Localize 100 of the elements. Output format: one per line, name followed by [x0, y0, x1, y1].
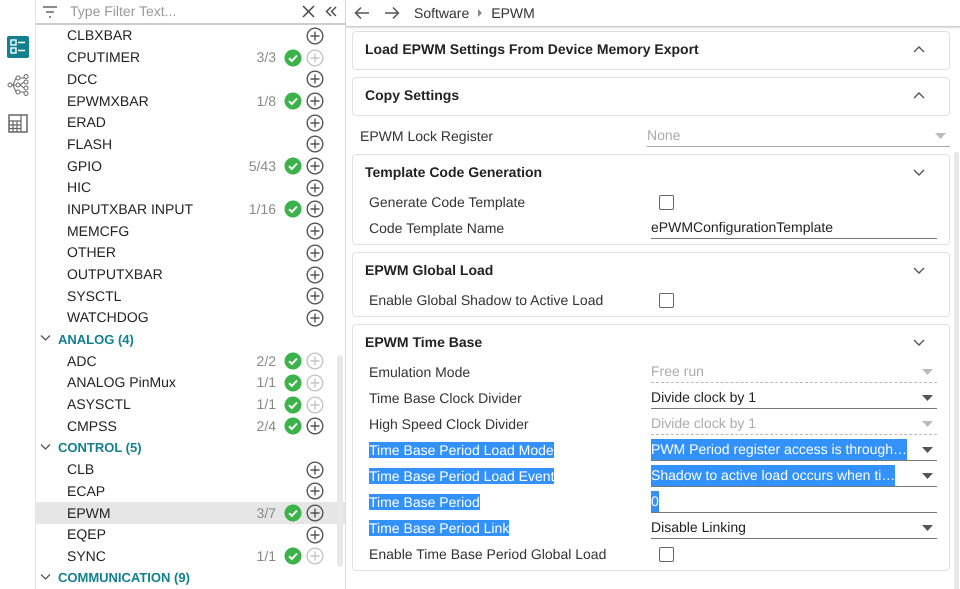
- count-label: 2/2: [256, 352, 276, 371]
- count-label: 3/3: [256, 48, 276, 68]
- section-title[interactable]: Copy Settings: [365, 84, 460, 106]
- field-label: Time Base Period Load Mode: [369, 442, 554, 458]
- close-icon[interactable]: [302, 5, 315, 18]
- tree-item[interactable]: ADC 2/2: [36, 350, 345, 372]
- field-label: Generate Code Template: [369, 194, 526, 210]
- tree-item[interactable]: GPIO 5/43: [36, 155, 345, 177]
- tree-item[interactable]: CLBXBAR: [36, 25, 345, 47]
- breadcrumb-link[interactable]: Software: [414, 2, 470, 24]
- add-icon[interactable]: [306, 460, 324, 479]
- count-label: 1/1: [256, 546, 276, 566]
- forward-arrow-icon[interactable]: [384, 6, 400, 20]
- add-icon[interactable]: [306, 504, 324, 522]
- tree-item[interactable]: CPUTIMER 3/3: [36, 46, 345, 68]
- caret-icon: [922, 446, 933, 452]
- dropdown[interactable]: Disable Linking: [651, 517, 937, 539]
- tree-item[interactable]: HIC: [36, 176, 345, 199]
- tree-item[interactable]: MEMCFG: [36, 220, 345, 242]
- add-icon[interactable]: [306, 526, 324, 544]
- input-field[interactable]: ePWMConfigurationTemplate: [651, 217, 937, 239]
- chevron-icon[interactable]: [913, 266, 925, 274]
- checkbox[interactable]: [659, 546, 674, 562]
- add-icon[interactable]: [306, 308, 324, 327]
- field-label: EPWM Lock Register: [360, 128, 494, 144]
- tree-item[interactable]: ECAP: [36, 480, 345, 502]
- field-label: Time Base Period Link: [369, 520, 510, 536]
- section-title[interactable]: EPWM Global Load: [365, 260, 494, 280]
- add-icon[interactable]: [306, 92, 324, 110]
- tree-diagram-icon[interactable]: [6, 74, 28, 96]
- field-label: Time Base Period Load Event: [369, 468, 554, 484]
- field-label: Time Base Clock Divider: [369, 390, 522, 406]
- tree-item[interactable]: CLB: [36, 458, 345, 481]
- section-title[interactable]: Template Code Generation: [365, 162, 542, 182]
- count-label: 5/43: [248, 156, 276, 176]
- count-label: 1/1: [256, 395, 276, 414]
- checkbox[interactable]: [659, 194, 674, 210]
- collapse-icon[interactable]: [325, 6, 337, 18]
- tree-item[interactable]: EQEP: [36, 524, 345, 546]
- tree-item[interactable]: WATCHDOG: [36, 307, 345, 329]
- field-label: Enable Global Shadow to Active Load: [369, 292, 604, 308]
- group-label[interactable]: CONTROL (5): [58, 438, 142, 458]
- group-label[interactable]: ANALOG (4): [58, 330, 134, 350]
- tree-item[interactable]: OUTPUTXBAR: [36, 264, 345, 286]
- count-label: 1/1: [256, 373, 276, 392]
- caret-icon: [922, 524, 933, 530]
- back-arrow-icon[interactable]: [354, 6, 370, 20]
- chevron-icon[interactable]: [913, 92, 925, 98]
- tree-item[interactable]: ANALOG PinMux 1/1: [36, 372, 345, 394]
- field-label: Emulation Mode: [369, 364, 470, 380]
- add-icon[interactable]: [306, 70, 324, 88]
- add-icon[interactable]: [306, 135, 324, 154]
- tree-item[interactable]: ASYSCTL 1/1: [36, 394, 345, 416]
- caret-icon: [922, 420, 933, 426]
- add-icon[interactable]: [306, 417, 324, 436]
- field-label: Time Base Period: [369, 494, 480, 510]
- group-label[interactable]: COMMUNICATION (9): [58, 568, 190, 588]
- add-icon[interactable]: [306, 114, 324, 132]
- caret-icon: [935, 132, 946, 138]
- tree-item[interactable]: FLASH: [36, 134, 345, 156]
- add-icon[interactable]: [306, 200, 324, 218]
- checkbox[interactable]: [659, 292, 674, 308]
- tree-item[interactable]: EPWMXBAR 1/8: [36, 90, 345, 112]
- tree-item[interactable]: SYNC 1/1: [36, 546, 345, 568]
- tree-item[interactable]: OTHER: [36, 242, 345, 264]
- field-label: Enable Time Base Period Global Load: [369, 546, 606, 562]
- list-icon[interactable]: [6, 36, 28, 58]
- add-icon[interactable]: [306, 178, 324, 197]
- section-title[interactable]: EPWM Time Base: [365, 332, 482, 352]
- separator-icon: [477, 8, 484, 18]
- dropdown[interactable]: Divide clock by 1: [651, 387, 937, 409]
- tree-item[interactable]: EPWM 3/7: [36, 502, 345, 524]
- field-label: High Speed Clock Divider: [369, 416, 529, 432]
- caret-icon: [922, 472, 933, 478]
- count-label: 1/16: [248, 200, 276, 219]
- caret-icon: [922, 368, 933, 374]
- filter-icon[interactable]: [42, 6, 58, 18]
- chevron-icon[interactable]: [913, 168, 925, 176]
- add-icon[interactable]: [306, 26, 324, 45]
- count-label: 2/4: [256, 416, 276, 436]
- tree-item[interactable]: SYSCTL: [36, 285, 345, 308]
- add-icon[interactable]: [306, 222, 324, 240]
- field-label: Code Template Name: [369, 220, 504, 236]
- add-icon[interactable]: [306, 287, 324, 306]
- tree-item[interactable]: INPUTXBAR INPUT 1/16: [36, 198, 345, 220]
- add-icon[interactable]: [306, 266, 324, 284]
- section-title[interactable]: Load EPWM Settings From Device Memory Export: [365, 38, 699, 60]
- breadcrumb-link[interactable]: EPWM: [491, 2, 535, 24]
- filter-field[interactable]: Type Filter Text...: [68, 0, 292, 24]
- add-icon[interactable]: [306, 244, 324, 262]
- chevron-icon[interactable]: [913, 46, 925, 52]
- add-icon[interactable]: [306, 157, 324, 176]
- tree-item[interactable]: CMPSS 2/4: [36, 416, 345, 438]
- chevron-icon[interactable]: [913, 338, 925, 346]
- tree-item[interactable]: ERAD: [36, 112, 345, 134]
- caret-icon: [922, 394, 933, 400]
- tree-item[interactable]: DCC: [36, 68, 345, 90]
- scrollbar[interactable]: [337, 355, 343, 567]
- calculator-icon[interactable]: [6, 112, 28, 134]
- add-icon[interactable]: [306, 482, 324, 500]
